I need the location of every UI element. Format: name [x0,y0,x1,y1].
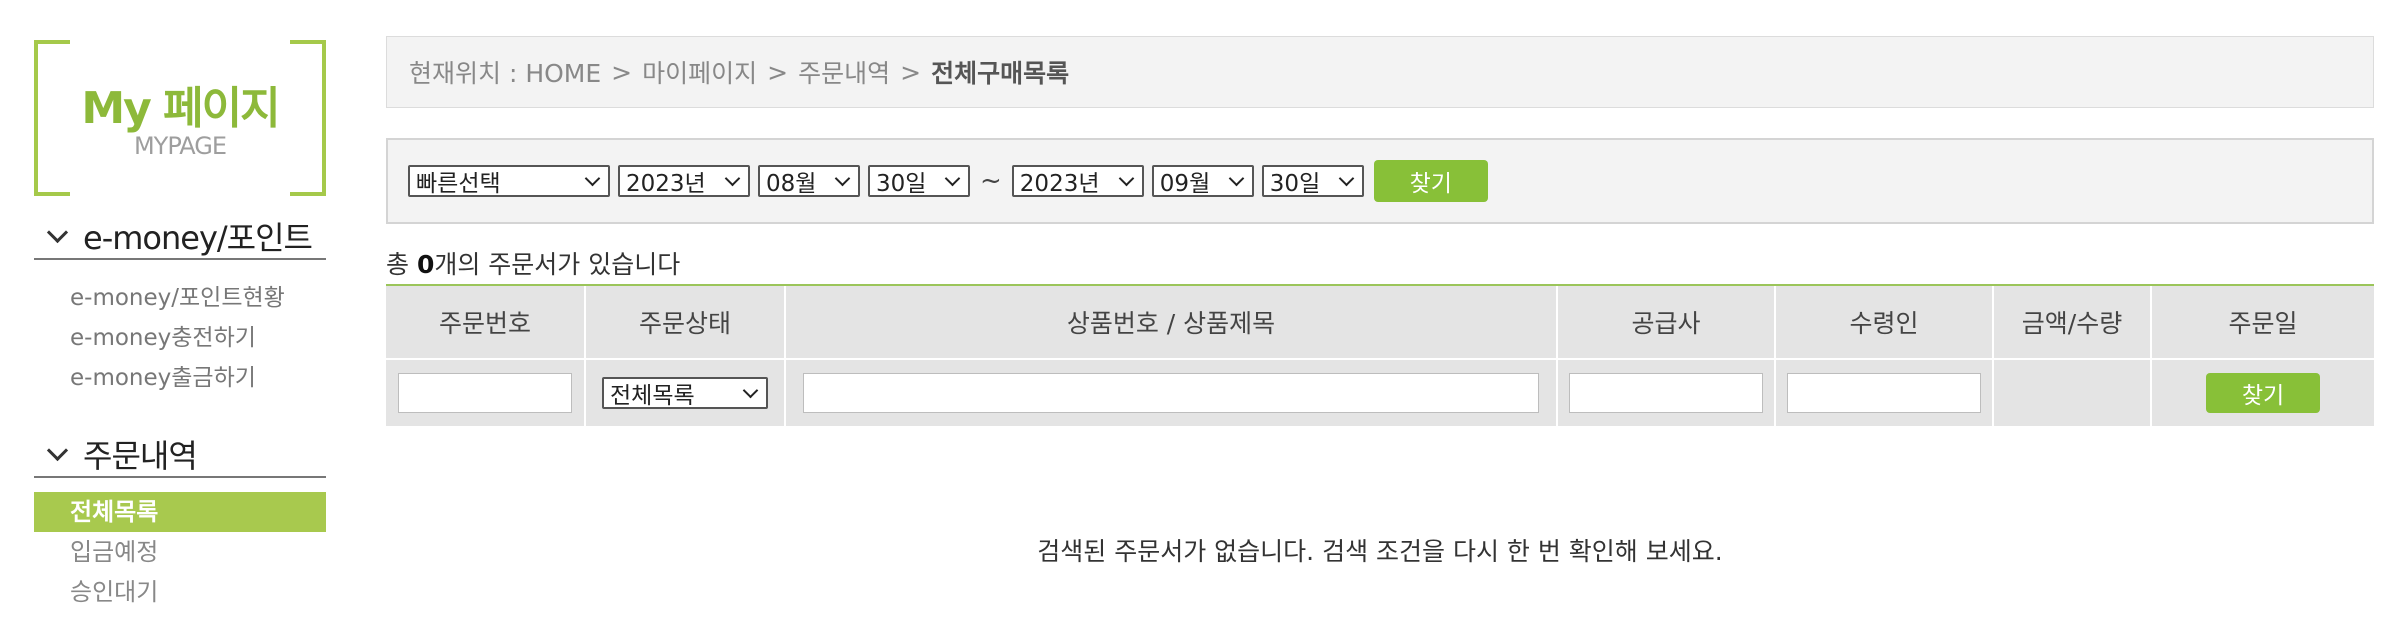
to-year-value: 2023년 [1019,171,1100,197]
empty-result-message: 검색된 주문서가 없습니다. 검색 조건을 다시 한 번 확인해 보세요. [1037,537,1723,566]
breadcrumb-mypage[interactable]: 마이페이지 [642,54,757,90]
col-recipient: 수령인 [1775,286,1994,359]
chevron-down-icon [1338,170,1355,186]
chevron-down-icon [834,170,851,186]
section-orders-label: 주문내역 [83,437,198,475]
emoney-menu: e-money/포인트현황 e-money충전하기 e-money출금하기 [34,278,326,398]
order-status-select[interactable]: 전체목록 [602,377,768,409]
date-search-bar: 빠른선택 2023년 08월 30일 ~ 2023년 09월 30일 찾기 [386,138,2374,224]
table-search-button[interactable]: 찾기 [2206,373,2320,413]
to-month-select[interactable]: 09월 [1151,165,1254,197]
col-order-date: 주문일 [2151,286,2374,359]
breadcrumb-separator: > [900,57,922,87]
orders-menu: 전체목록 입금예정 승인대기 [34,492,326,612]
sidebar-item-emoney-withdraw[interactable]: e-money출금하기 [34,358,326,398]
breadcrumb-prefix[interactable]: 현재위치 : HOME [409,54,601,90]
from-year-value: 2023년 [626,171,706,197]
sidebar-item-emoney-charge[interactable]: e-money충전하기 [34,318,326,358]
sidebar-item-awaiting-approval[interactable]: 승인대기 [34,572,326,612]
logo-subtitle: MYPAGE [133,132,227,160]
col-supplier: 공급사 [1557,286,1776,359]
order-count: 0 [416,250,435,279]
breadcrumb-separator: > [767,57,789,87]
chevron-down-icon [724,170,741,186]
col-order-number: 주문번호 [386,286,586,359]
recipient-input[interactable] [1787,373,1981,413]
to-day-select[interactable]: 30일 [1261,165,1364,197]
main-content: 현재위치 : HOME > 마이페이지 > 주문내역 > 전체구매목록 빠른선택… [386,36,2374,568]
date-range-tilde: ~ [980,166,1002,196]
chevron-down-icon [944,170,961,186]
breadcrumb: 현재위치 : HOME > 마이페이지 > 주문내역 > 전체구매목록 [386,36,2374,108]
logo-title: My 페이지 [81,83,280,134]
breadcrumb-orders[interactable]: 주문내역 [798,54,890,90]
mypage-logo: My 페이지 MYPAGE [34,40,326,196]
chevron-down-icon [1228,170,1245,186]
from-day-select[interactable]: 30일 [868,165,970,197]
from-day-value: 30일 [876,171,927,197]
col-order-status: 주문상태 [585,286,786,359]
date-search-button[interactable]: 찾기 [1373,160,1488,202]
supplier-input[interactable] [1569,373,1763,413]
sidebar-item-all-orders[interactable]: 전체목록 [34,492,326,532]
chevron-down-icon [46,439,69,461]
chevron-down-icon [1118,170,1135,186]
quick-select-value: 빠른선택 [416,171,501,197]
summary-prefix: 총 [386,250,417,279]
order-status-value: 전체목록 [610,383,695,409]
orders-table: 주문번호 주문상태 상품번호 / 상품제목 공급사 수령인 금액/수량 주문일 … [386,286,2374,426]
from-year-select[interactable]: 2023년 [618,165,750,197]
sidebar-item-awaiting-deposit[interactable]: 입금예정 [34,532,326,572]
col-product: 상품번호 / 상품제목 [785,286,1558,359]
breadcrumb-separator: > [611,57,633,87]
from-month-select[interactable]: 08월 [758,165,860,197]
section-emoney-label: e-money/포인트 [83,219,313,257]
table-header-row: 주문번호 주문상태 상품번호 / 상품제목 공급사 수령인 금액/수량 주문일 [386,286,2374,359]
amount-qty-cell [1993,358,2152,426]
quick-select[interactable]: 빠른선택 [408,165,610,197]
chevron-down-icon [584,170,601,186]
filter-row: 전체목록 찾기 [386,358,2374,426]
col-amount-qty: 금액/수량 [1993,286,2152,359]
to-day-value: 30일 [1269,171,1321,197]
section-orders-title[interactable]: 주문내역 [34,432,326,478]
sidebar: My 페이지 MYPAGE e-money/포인트 e-money/포인트현황 … [34,40,326,612]
order-count-summary: 총 0개의 주문서가 있습니다 [386,246,2374,284]
to-year-select[interactable]: 2023년 [1011,165,1144,197]
summary-suffix: 개의 주문서가 있습니다 [434,250,681,279]
section-emoney-title[interactable]: e-money/포인트 [34,214,326,260]
chevron-down-icon [742,382,759,398]
from-month-value: 08월 [766,171,817,197]
to-month-value: 09월 [1159,171,1211,197]
breadcrumb-current: 전체구매목록 [931,59,1070,88]
order-number-input[interactable] [398,373,572,413]
sidebar-item-emoney-status[interactable]: e-money/포인트현황 [34,278,326,318]
product-input[interactable] [803,373,1539,413]
chevron-down-icon [46,221,69,243]
